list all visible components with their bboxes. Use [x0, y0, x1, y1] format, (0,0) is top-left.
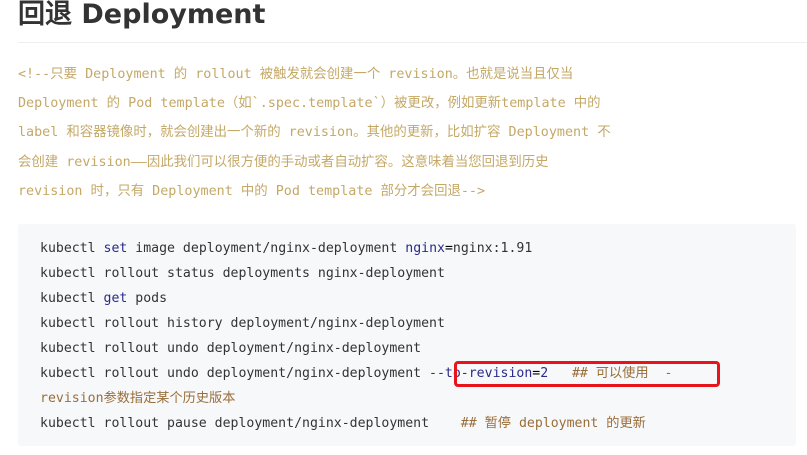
- comment-line: label 和容器镜像时，就会创建出一个新的 revision。其他的更新，比如…: [18, 125, 611, 141]
- code-line-set-image: kubectl set image deployment/nginx-deplo…: [40, 236, 532, 261]
- code-text: nginx:1.91: [452, 241, 533, 256]
- code-keyword: set: [103, 241, 128, 256]
- html-comment-paragraph: <!--只要 Deployment 的 rollout 被触发就会创建一个 re…: [18, 60, 794, 206]
- code-line-revision-note: revision参数指定某个历史版本: [40, 391, 236, 406]
- code-text: kubectl: [40, 291, 104, 306]
- comment-line: revision 时，只有 Deployment 中的 Pod template…: [18, 183, 486, 199]
- code-text: image deployment/nginx-deployment: [127, 241, 406, 256]
- heading-divider: [18, 42, 807, 43]
- code-keyword: get: [103, 291, 128, 306]
- page-heading: 回退 Deployment: [18, 0, 266, 30]
- code-line-rollout-pause: kubectl rollout pause deployment/nginx-d…: [40, 411, 646, 436]
- comment-line: <!--只要 Deployment 的 rollout 被触发就会创建一个 re…: [18, 67, 574, 82]
- code-line-get-pods: kubectl get pods: [40, 286, 167, 311]
- code-text: kubectl rollout pause deployment/nginx-d…: [40, 416, 430, 431]
- code-text: kubectl rollout undo deployment/nginx-de…: [40, 366, 422, 381]
- code-keyword: nginx: [405, 241, 445, 256]
- code-block[interactable]: kubectl set image deployment/nginx-deplo…: [18, 224, 796, 446]
- comment-line: Deployment 的 Pod template（如`.spec.templa…: [18, 96, 601, 112]
- code-line-rollout-undo: kubectl rollout undo deployment/nginx-de…: [40, 341, 422, 356]
- code-text: pods: [127, 291, 168, 306]
- code-text: kubectl: [40, 241, 104, 256]
- code-line-rollout-history: kubectl rollout history deployment/nginx…: [40, 316, 445, 331]
- red-highlight-annotation: [454, 361, 720, 387]
- comment-line: 会创建 revision——因此我们可以很方便的手动或者自动扩容。这意味着当您回…: [18, 154, 549, 170]
- code-line-rollout-status: kubectl rollout status deployments nginx…: [40, 266, 445, 281]
- code-operator: =: [444, 241, 453, 256]
- code-comment: ## 暂停 deployment 的更新: [429, 416, 646, 431]
